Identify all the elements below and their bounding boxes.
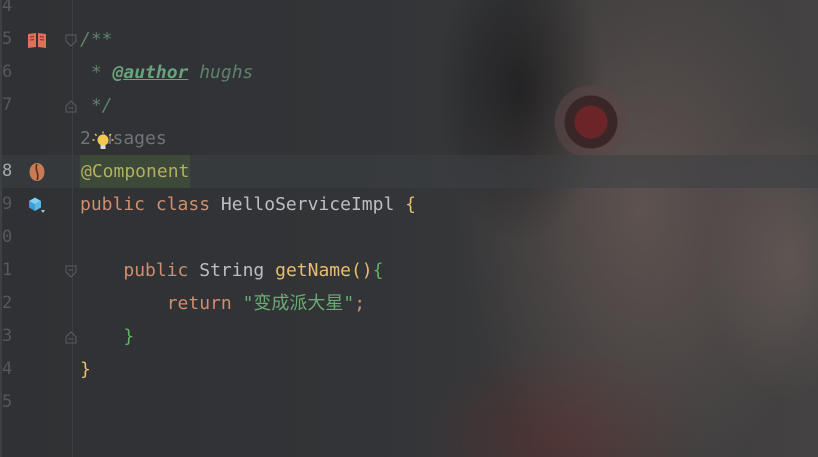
code-text: */ [80, 89, 113, 122]
bean-icon[interactable] [26, 161, 48, 183]
line-number: 5 [2, 392, 13, 412]
line-number: 0 [2, 227, 13, 247]
line-number: 5 [2, 29, 13, 49]
line-number: 4 [2, 359, 13, 379]
code-line-7: 7 */ [0, 89, 818, 122]
code-line-12: 2 return "变成派大星"; [0, 287, 818, 320]
code-line-11: 1 public String getName(){ [0, 254, 818, 287]
keyword-public: public [80, 194, 146, 215]
code-line-5: 5 /** [0, 23, 818, 56]
code-editor[interactable]: 4 5 /** 6 * @author hughs 7 */ 2 usages [0, 0, 818, 457]
code-line-8: 8 @Component [0, 155, 818, 188]
close-brace: } [123, 326, 135, 347]
parens: () [350, 260, 373, 281]
line-number: 4 [2, 0, 13, 16]
line-number: 9 [2, 194, 13, 214]
line-number: 7 [2, 95, 13, 115]
string-literal: "变成派大星" [242, 293, 355, 314]
line-number: 6 [2, 62, 13, 82]
javadoc-author-tag: @author [112, 62, 189, 83]
class-name: HelloServiceImpl [220, 194, 395, 215]
code-line-15: 5 [0, 386, 818, 419]
line-number: 1 [2, 260, 13, 280]
usages-hint-row: 2 usages [0, 122, 818, 155]
fold-close-icon[interactable] [65, 329, 77, 344]
keyword-public: public [123, 260, 189, 281]
javadoc-star: * [80, 62, 113, 83]
code-line-13: 3 } [0, 320, 818, 353]
code-text: return "变成派大星"; [80, 287, 365, 320]
keyword-class: class [155, 194, 211, 215]
code-text: * @author hughs [80, 56, 254, 89]
line-number: 2 [2, 293, 13, 313]
open-brace: { [405, 194, 416, 215]
method-name: getName [275, 260, 351, 281]
annotation-component: @Component [80, 155, 191, 188]
fold-open-icon[interactable] [65, 263, 77, 278]
implementation-icon[interactable] [26, 194, 48, 216]
code-text: @Component [80, 155, 191, 188]
code-text: } [80, 320, 134, 353]
code-line-6: 6 * @author hughs [0, 56, 818, 89]
code-line-9: 9 public class HelloServiceImpl { [0, 188, 818, 221]
fold-open-icon[interactable] [65, 32, 77, 47]
lightbulb-icon[interactable] [92, 131, 114, 153]
javadoc-close: */ [80, 95, 113, 116]
type-string: String [199, 260, 265, 281]
close-brace: } [80, 359, 91, 380]
code-line-4: 4 [0, 0, 818, 23]
line-number: 3 [2, 326, 13, 346]
code-line-14: 4 } [0, 353, 818, 386]
code-text: public String getName(){ [80, 254, 384, 287]
open-brace: { [372, 260, 384, 281]
fold-close-icon[interactable] [65, 98, 77, 113]
semicolon: ; [354, 293, 366, 314]
code-text: } [80, 353, 91, 386]
book-icon[interactable] [26, 29, 48, 51]
code-text: /** [80, 23, 113, 56]
code-text: public class HelloServiceImpl { [80, 188, 416, 221]
keyword-return: return [166, 293, 232, 314]
code-line-10: 0 [0, 221, 818, 254]
line-number: 8 [2, 161, 13, 181]
javadoc-author-name: hughs [188, 62, 254, 83]
javadoc-open: /** [80, 29, 113, 50]
